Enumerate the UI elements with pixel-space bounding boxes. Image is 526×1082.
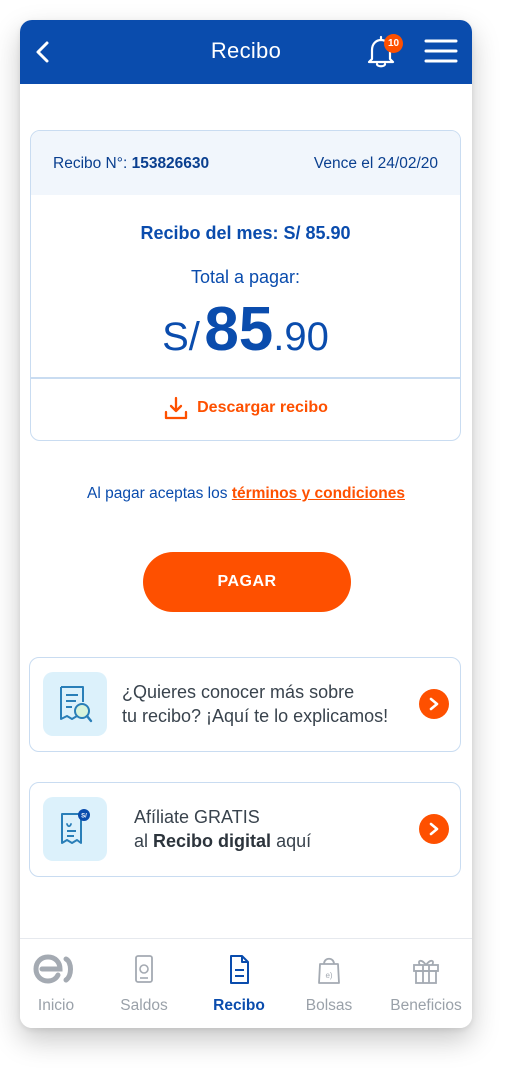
- download-receipt-label: Descargar recibo: [197, 399, 328, 416]
- amount-currency: S/: [162, 315, 200, 359]
- tab-bolsas-label: Bolsas: [305, 997, 353, 1014]
- download-receipt-button[interactable]: Descargar recibo: [31, 395, 460, 425]
- document-icon: [230, 955, 249, 984]
- tab-inicio-label: Inicio: [37, 997, 75, 1014]
- digital-receipt-bold: Recibo digital: [153, 831, 272, 851]
- page-title: Recibo: [210, 38, 282, 63]
- chevron-right-icon: [419, 689, 449, 719]
- svg-text:S/: S/: [81, 814, 87, 820]
- digital-receipt-line2: al Recibo digital aquí: [134, 829, 311, 853]
- bill-number-value: 153826630: [131, 155, 210, 172]
- learn-receipt-line2: tu recibo? ¡Aquí te lo explicamos!: [122, 706, 389, 726]
- tab-inicio[interactable]: Inicio: [20, 939, 92, 1028]
- bill-number: Recibo N°: 153826630: [53, 155, 209, 173]
- phone-icon: [135, 955, 153, 983]
- digital-receipt-card[interactable]: S/ Afíliate GRATIS al Recibo digital aqu…: [29, 782, 461, 877]
- tab-saldos-label: Saldos: [120, 997, 168, 1014]
- bill-month-amount: Recibo del mes: S/ 85.90: [140, 223, 351, 243]
- tab-recibo-label: Recibo: [213, 997, 265, 1014]
- terms-link[interactable]: términos y condiciones: [232, 485, 405, 502]
- hamburger-menu-icon: [424, 39, 458, 63]
- learn-receipt-line1: ¿Quieres conocer más sobre: [122, 682, 355, 702]
- tab-bolsas[interactable]: e) Bolsas: [295, 939, 363, 1028]
- shopping-bag-icon: e): [318, 957, 340, 984]
- entel-logo-icon: [33, 954, 73, 984]
- bill-number-label: Recibo N°:: [53, 155, 128, 172]
- tab-beneficios[interactable]: Beneficios: [380, 939, 472, 1028]
- digital-receipt-prefix: al: [134, 831, 149, 851]
- gift-icon: [413, 959, 439, 984]
- learn-receipt-card[interactable]: ¿Quieres conocer más sobre tu recibo? ¡A…: [29, 657, 461, 752]
- learn-receipt-text: ¿Quieres conocer más sobre tu recibo? ¡A…: [122, 680, 388, 728]
- digital-receipt-line1: Afíliate GRATIS: [134, 807, 260, 827]
- bottom-tab-bar: Inicio Saldos Recibo e) Bolsas Beneficio…: [20, 938, 472, 1028]
- total-label: Total a pagar:: [190, 267, 301, 287]
- download-icon: [164, 396, 188, 420]
- terms-prefix: Al pagar aceptas los: [87, 485, 228, 502]
- tab-recibo[interactable]: Recibo: [205, 939, 273, 1028]
- pay-button[interactable]: PAGAR: [143, 552, 351, 612]
- receipt-search-icon: [43, 672, 107, 736]
- amount-decimal: .90: [273, 315, 329, 359]
- divider: [31, 377, 460, 379]
- chevron-right-icon: [419, 814, 449, 844]
- digital-receipt-text: Afíliate GRATIS al Recibo digital aquí: [134, 805, 311, 853]
- bill-card-header: Recibo N°: 153826630 Vence el 24/02/20: [31, 131, 460, 195]
- terms-notice: Al pagar aceptas los términos y condicio…: [20, 485, 472, 503]
- phone-screen: Recibo 10 Recibo N°: 153826630 Vence el …: [20, 20, 472, 1028]
- svg-text:e): e): [325, 971, 332, 980]
- tab-saldos[interactable]: Saldos: [110, 939, 178, 1028]
- notification-badge: 10: [384, 34, 403, 53]
- digital-receipt-icon: S/: [43, 797, 107, 861]
- bill-card: Recibo N°: 153826630 Vence el 24/02/20 R…: [30, 130, 461, 441]
- bill-due-date: Vence el 24/02/20: [313, 155, 438, 172]
- amount-integer: 85: [204, 295, 274, 364]
- tab-beneficios-label: Beneficios: [390, 997, 462, 1014]
- top-app-bar: Recibo 10: [20, 20, 472, 84]
- menu-button[interactable]: [424, 37, 458, 65]
- digital-receipt-suffix: aquí: [276, 831, 312, 851]
- total-amount: S/ 85.90: [31, 299, 460, 361]
